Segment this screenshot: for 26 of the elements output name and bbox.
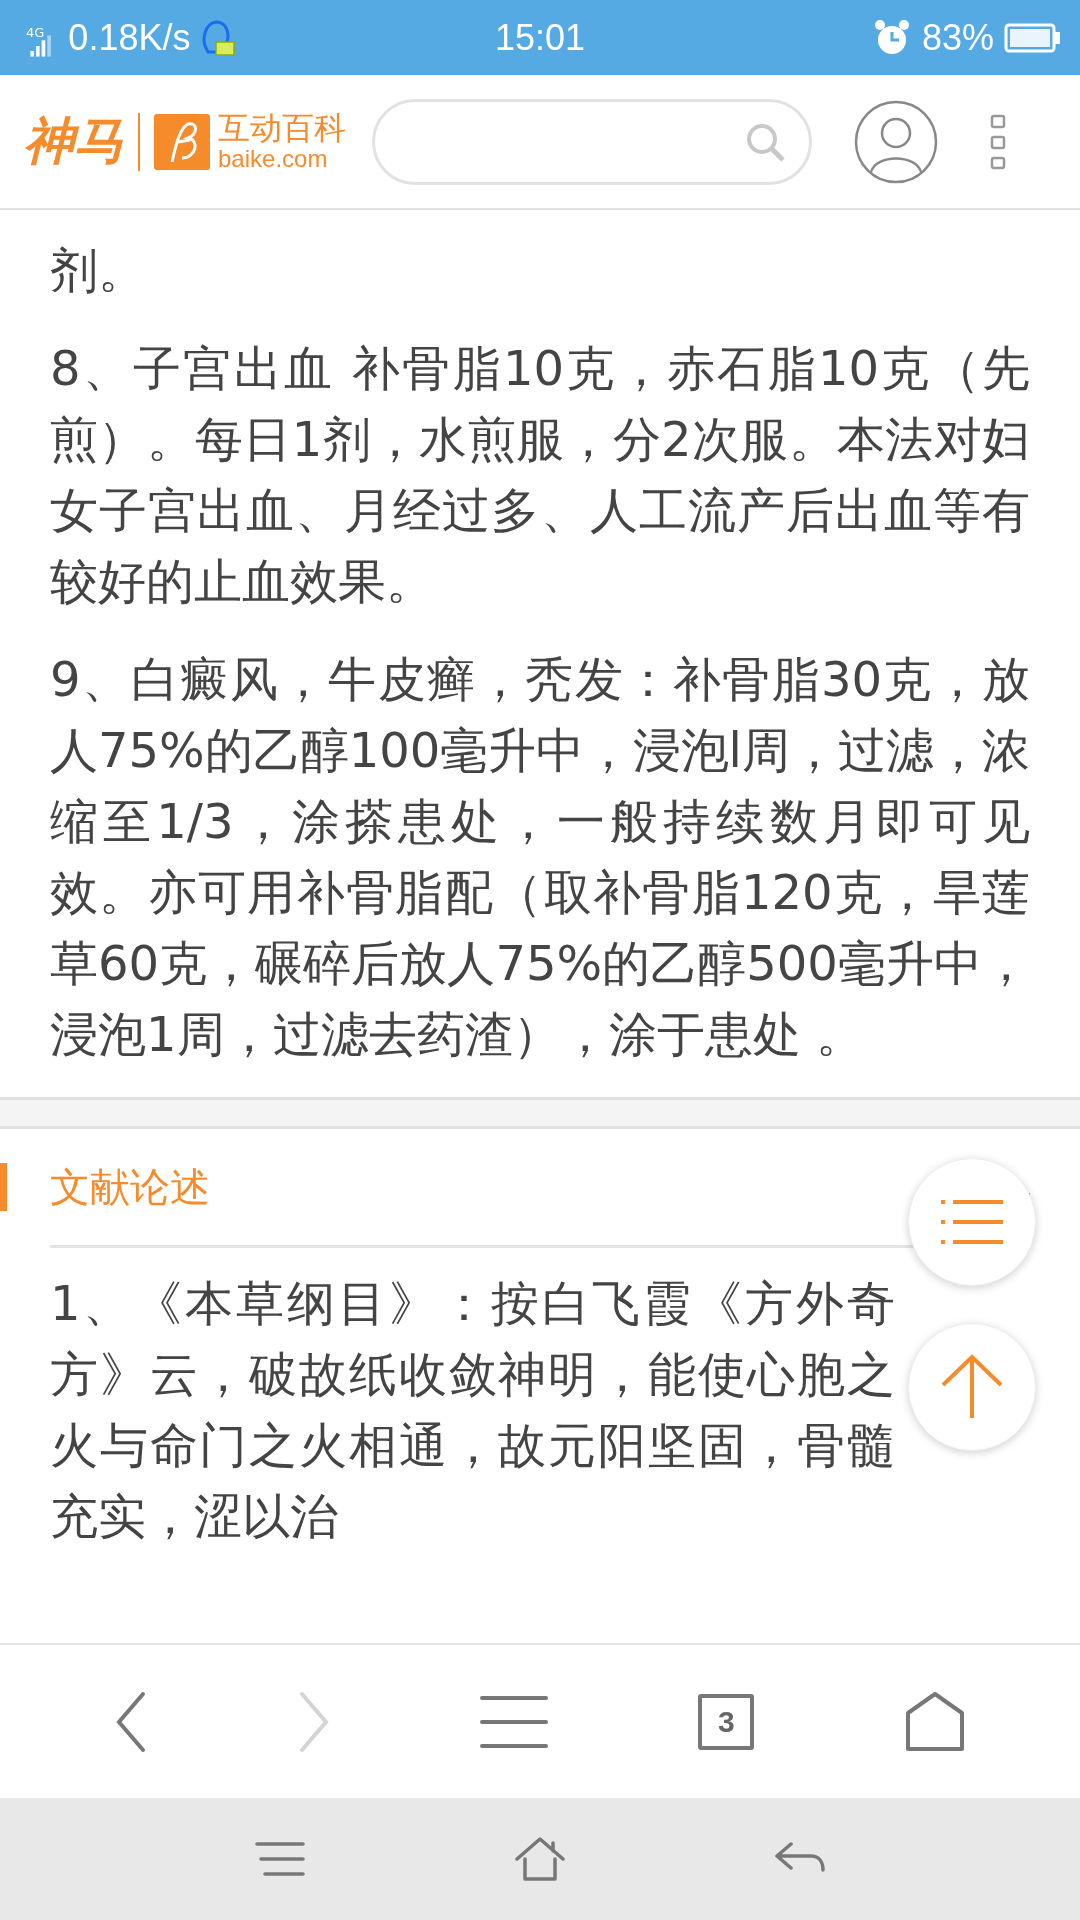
- network-speed: 0.18K/s: [68, 16, 191, 59]
- menu-icon[interactable]: [479, 1693, 548, 1750]
- brand-domain: baike.com: [218, 145, 329, 171]
- home-icon[interactable]: [904, 1690, 965, 1753]
- menu-icon[interactable]: [255, 1841, 305, 1877]
- section-marker: [0, 1163, 7, 1211]
- brand-name: 互动百科: [218, 112, 346, 146]
- network-type: 4G: [26, 24, 45, 40]
- section-title: 文献论述: [50, 1162, 210, 1212]
- avatar-icon[interactable]: [854, 99, 938, 184]
- battery-icon: [1004, 22, 1062, 53]
- article-paragraph: 8、子宫出血 补骨脂10克，赤石脂10克（先煎）。每日1剂，水煎服，分2次服。本法对妇女子宫出血、月经过多、人工流产后出血等有较好的止血效果。: [50, 339, 1030, 611]
- tab-count-button[interactable]: 3: [698, 1693, 755, 1750]
- back-icon[interactable]: [115, 1690, 148, 1753]
- article-paragraph: 9、白癜风，牛皮癣，秃发：补骨脂30克，放人75%的乙醇100毫升中，浸泡l周，过滤，浓缩至1/3，涂搽患处，一般持续数月即可见效。亦可用补骨脂配（取补骨脂120克，旱莲草60克，碾碎后放人75%的乙醇500毫升中，浸泡1周，过滤去药渣），涂于患处 。: [50, 650, 1030, 1064]
- brand-logo-icon: [154, 113, 210, 170]
- article-paragraph: 剂。: [50, 241, 147, 300]
- back-to-top-button[interactable]: [908, 1323, 1036, 1451]
- contents-button[interactable]: [908, 1158, 1036, 1286]
- battery-percent: 83%: [921, 16, 994, 59]
- article-paragraph: 1、《本草纲目》：按白飞霞《方外奇方》云，破故纸收敛神明，能使心胞之火与命门之火相通，故元阳坚固，骨髓充实，涩以治: [50, 1274, 895, 1546]
- more-menu-icon[interactable]: [990, 113, 1006, 170]
- home-icon[interactable]: [515, 1837, 565, 1881]
- list-icon[interactable]: [939, 1197, 1005, 1247]
- search-field[interactable]: [372, 98, 812, 185]
- clock-time: 15:01: [494, 16, 586, 59]
